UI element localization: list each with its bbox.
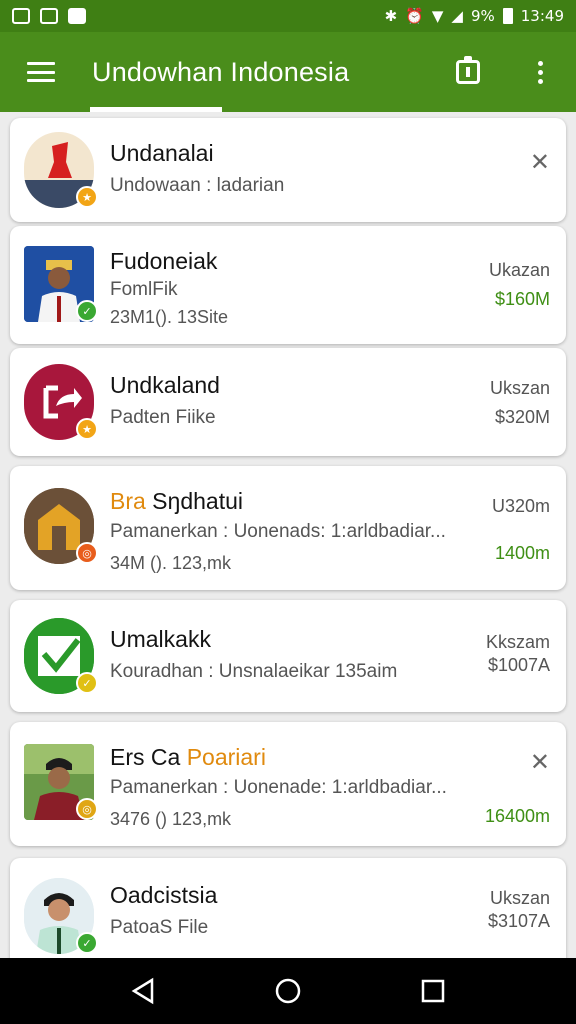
check-icon: ✓	[76, 932, 98, 954]
circle-icon: ◎	[76, 798, 98, 820]
list-item[interactable]: ✓ Fudoneiak FomlFik 23M1(). 13Site Ukaza…	[10, 226, 566, 344]
item-meta-label: Ukszan	[489, 378, 550, 398]
item-subtitle: PatoaS File	[110, 917, 209, 938]
image-icon	[40, 8, 58, 24]
clipboard-icon	[456, 56, 480, 84]
nfc-icon: ✱	[384, 7, 398, 25]
check-icon: ✓	[76, 672, 98, 694]
wifi-icon: ▼	[431, 7, 444, 25]
recents-icon	[422, 979, 445, 1003]
check-icon: ✓	[76, 300, 98, 322]
list-item[interactable]: ◎ Bra Sŋdhatui Pamanerkan : Uonenads: 1:…	[10, 466, 566, 590]
item-name: Umalkakk	[110, 626, 211, 652]
item-meta-label: Ukazan	[488, 260, 550, 280]
app-bar: Undowhan Indonesia	[0, 32, 576, 112]
item-subtitle: Padten Fiike	[110, 407, 216, 428]
alarm-icon: ⏰	[405, 7, 424, 25]
item-detail: 34M (). 123,mk	[110, 553, 232, 573]
clipboard-button[interactable]	[432, 32, 504, 112]
item-subtitle: FomlFik	[110, 279, 178, 300]
status-time: 13:49	[520, 7, 564, 25]
item-meta-value: $160M	[494, 289, 550, 309]
item-name-highlight: Poariari	[186, 744, 266, 770]
close-icon[interactable]: ✕	[530, 748, 550, 776]
home-icon	[275, 978, 301, 1004]
item-meta-label: U320m	[491, 496, 550, 516]
list-item[interactable]: ★ Undkaland Padten Fiike Ukszan $320M	[10, 348, 566, 456]
item-meta-value: 1400m	[494, 543, 550, 563]
circle-icon: ◎	[76, 542, 98, 564]
item-detail: 3476 () 123,mk	[110, 809, 232, 829]
hamburger-icon	[27, 62, 55, 82]
list-item[interactable]: ✓ Umalkakk Kouradhan : Unsnalaeikar 135a…	[10, 600, 566, 712]
app-title: Undowhan Indonesia	[92, 56, 350, 87]
item-name: Ers Ca Poariari	[110, 744, 266, 770]
list-item[interactable]: ✓ Oadcistsia PatoaS File Ukszan $3107A	[10, 858, 566, 958]
battery-icon	[502, 8, 513, 24]
item-meta-value: $320M	[494, 407, 550, 427]
list-item[interactable]: ★ Undanalai Undowaan : ladarian ✕	[10, 118, 566, 222]
overflow-menu-button[interactable]	[504, 32, 576, 112]
item-name-highlight: Bra	[110, 488, 146, 514]
item-name: Oadcistsia	[110, 882, 218, 908]
home-button[interactable]	[268, 971, 308, 1011]
item-meta-label: Ukszan	[489, 888, 550, 908]
back-button[interactable]	[123, 971, 163, 1011]
item-detail: 23M1(). 13Site	[110, 307, 229, 327]
navigation-bar	[0, 958, 576, 1024]
battery-text: 9%	[470, 7, 495, 25]
message-icon	[68, 8, 86, 24]
list-item[interactable]: ◎ Ers Ca Poariari Pamanerkan : Uonenade:…	[10, 722, 566, 846]
menu-button[interactable]	[0, 32, 82, 112]
signal-icon: ◢	[451, 7, 463, 25]
item-name: Undanalai	[110, 140, 214, 166]
back-icon	[131, 977, 153, 1005]
star-icon: ★	[76, 418, 98, 440]
item-meta-value: 16400m	[484, 806, 550, 826]
item-meta-value: $3107A	[487, 911, 550, 931]
item-subtitle: Pamanerkan : Uonenads: 1:arldbadiar...	[110, 521, 446, 542]
item-subtitle: Undowaan : ladarian	[110, 175, 285, 196]
item-subtitle: Pamanerkan : Uonenade: 1:arldbadiar...	[110, 777, 447, 798]
item-meta-value: $1007A	[487, 655, 550, 675]
item-name: Bra Sŋdhatui	[110, 488, 243, 514]
notification-icon	[12, 8, 30, 24]
recents-button[interactable]	[413, 971, 453, 1011]
item-subtitle: Kouradhan : Unsnalaeikar 135aim	[110, 661, 398, 682]
pin-icon[interactable]: ✕	[530, 148, 550, 176]
star-icon: ★	[76, 186, 98, 208]
item-name: Fudoneiak	[110, 248, 218, 274]
status-bar: ✱ ⏰ ▼ ◢ 9% 13:49	[0, 0, 576, 32]
item-list[interactable]: ★ Undanalai Undowaan : ladarian ✕ ✓ Fudo…	[0, 112, 576, 958]
item-meta-label: Kkszam	[485, 632, 550, 652]
item-name: Undkaland	[110, 372, 220, 398]
more-vert-icon	[537, 60, 543, 84]
